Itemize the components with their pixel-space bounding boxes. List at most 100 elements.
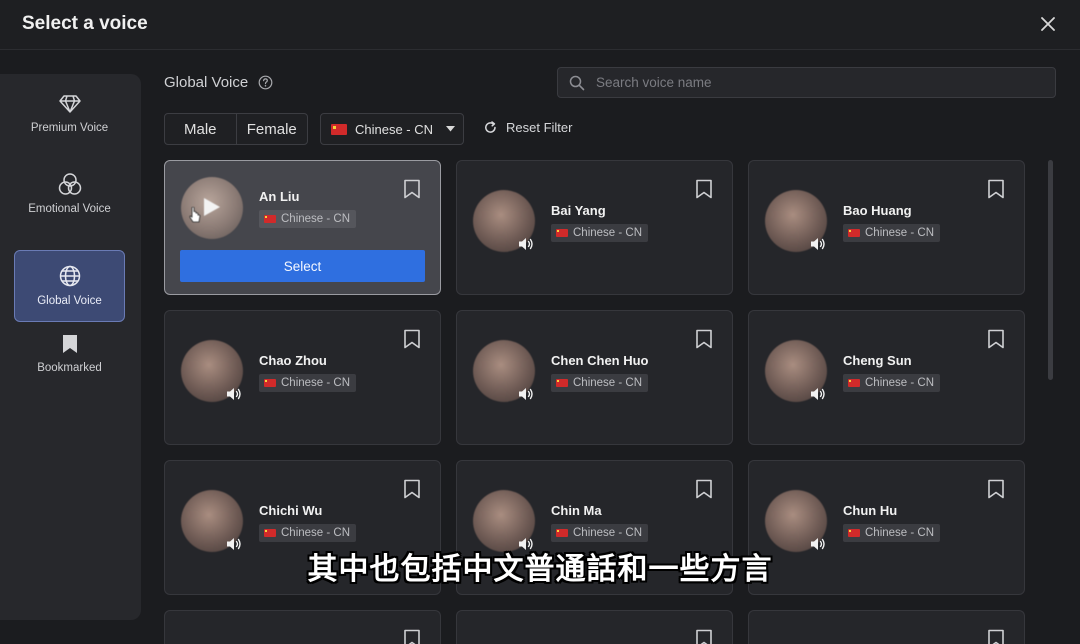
- voice-card[interactable]: Chen Chen Huo Chinese - CN: [456, 310, 733, 445]
- voice-name: Chen Chen Huo: [551, 353, 649, 368]
- sidebar-item-global-voice[interactable]: Global Voice: [14, 250, 125, 322]
- china-flag-icon: [264, 379, 276, 387]
- video-subtitle: 其中也包括中文普通話和一些方言: [307, 552, 773, 587]
- voice-language-badge: Chinese - CN: [843, 374, 941, 392]
- bookmark-outline-icon[interactable]: [695, 629, 713, 644]
- bookmark-outline-icon[interactable]: [987, 479, 1005, 499]
- gender-male-button[interactable]: Male: [165, 114, 236, 144]
- voice-language-badge: Chinese - CN: [259, 374, 357, 392]
- voice-language-badge: Chinese - CN: [259, 524, 357, 542]
- voice-language-label: Chinese - CN: [281, 527, 351, 539]
- language-select-value: Chinese - CN: [355, 121, 434, 137]
- voice-language-badge: Chinese - CN: [551, 374, 649, 392]
- voice-name: Bai Yang: [551, 203, 606, 218]
- speaker-icon: [227, 388, 241, 400]
- speaker-icon: [519, 238, 533, 250]
- voice-name: Cheng Sun: [843, 353, 912, 368]
- china-flag-icon: [848, 379, 860, 387]
- voice-name: Chao Zhou: [259, 353, 327, 368]
- search-input[interactable]: [596, 68, 1046, 97]
- sidebar-item-bookmarked[interactable]: Bookmarked: [14, 318, 125, 390]
- china-flag-icon: [264, 529, 276, 537]
- select-button[interactable]: Select: [180, 250, 425, 282]
- voice-language-badge: Chinese - CN: [551, 224, 649, 242]
- close-button[interactable]: [1034, 10, 1062, 38]
- voice-language-label: Chinese - CN: [281, 213, 351, 225]
- china-flag-icon: [264, 215, 276, 223]
- search-box: [557, 67, 1056, 98]
- voice-language-label: Chinese - CN: [573, 377, 643, 389]
- voice-card[interactable]: Cheng Sun Chinese - CN: [748, 310, 1025, 445]
- speaker-icon: [519, 388, 533, 400]
- voice-card[interactable]: Bai Yang Chinese - CN: [456, 160, 733, 295]
- speaker-icon: [811, 388, 825, 400]
- reset-filter-button[interactable]: Reset Filter: [484, 120, 572, 135]
- china-flag-icon: [331, 123, 347, 135]
- sidebar-item-label: Emotional Voice: [28, 203, 111, 215]
- bookmark-outline-icon[interactable]: [695, 479, 713, 499]
- voice-language-label: Chinese - CN: [573, 527, 643, 539]
- bookmark-icon: [62, 335, 77, 353]
- voice-name: Chun Hu: [843, 503, 898, 518]
- sidebar: Premium Voice Emotional Voice Global Voi…: [0, 74, 141, 620]
- sidebar-item-premium-voice[interactable]: Premium Voice: [14, 78, 125, 150]
- voice-language-badge: Chinese - CN: [259, 210, 357, 228]
- bookmark-outline-icon[interactable]: [695, 179, 713, 199]
- language-select[interactable]: Chinese - CN: [320, 113, 464, 145]
- voice-card-partial[interactable]: [748, 610, 1025, 644]
- bookmark-outline-icon[interactable]: [987, 629, 1005, 644]
- bookmark-outline-icon[interactable]: [987, 179, 1005, 199]
- china-flag-icon: [848, 229, 860, 237]
- china-flag-icon: [848, 529, 860, 537]
- help-icon[interactable]: [258, 75, 273, 90]
- bookmark-outline-icon[interactable]: [987, 329, 1005, 349]
- voice-language-label: Chinese - CN: [281, 377, 351, 389]
- voice-language-label: Chinese - CN: [573, 227, 643, 239]
- voice-language-badge: Chinese - CN: [551, 524, 649, 542]
- dialog-title: Select a voice: [22, 13, 148, 34]
- voice-language-label: Chinese - CN: [865, 227, 935, 239]
- globe-icon: [59, 265, 80, 287]
- bookmark-outline-icon[interactable]: [403, 179, 421, 199]
- voice-card[interactable]: An Liu Chinese - CN Select: [164, 160, 441, 295]
- gender-female-button[interactable]: Female: [235, 114, 308, 144]
- china-flag-icon: [556, 529, 568, 537]
- diamond-icon: [58, 95, 81, 113]
- voice-card[interactable]: Bao Huang Chinese - CN: [748, 160, 1025, 295]
- voice-card-partial[interactable]: [456, 610, 733, 644]
- voice-name: Chichi Wu: [259, 503, 323, 518]
- bookmark-outline-icon[interactable]: [695, 329, 713, 349]
- sidebar-item-emotional-voice[interactable]: Emotional Voice: [14, 158, 125, 230]
- voice-name: Bao Huang: [843, 203, 912, 218]
- china-flag-icon: [556, 229, 568, 237]
- bookmark-outline-icon[interactable]: [403, 479, 421, 499]
- voice-avatar[interactable]: [181, 177, 243, 239]
- sidebar-item-label: Premium Voice: [30, 122, 109, 134]
- voice-language-badge: Chinese - CN: [843, 224, 941, 242]
- play-icon[interactable]: [203, 197, 221, 217]
- section-title: Global Voice: [164, 74, 249, 91]
- close-icon: [1041, 17, 1055, 31]
- voice-language-label: Chinese - CN: [865, 527, 935, 539]
- cursor-icon: [189, 207, 201, 223]
- speaker-icon: [811, 238, 825, 250]
- voice-language-badge: Chinese - CN: [843, 524, 941, 542]
- sidebar-item-label: Bookmarked: [37, 362, 102, 374]
- dialog-header: Select a voice: [0, 0, 1080, 50]
- search-icon: [569, 75, 585, 91]
- refresh-icon: [485, 121, 496, 133]
- caret-down-icon: [446, 126, 456, 132]
- reset-filter-label: Reset Filter: [506, 120, 573, 135]
- voice-name: An Liu: [259, 189, 300, 204]
- bookmark-outline-icon[interactable]: [403, 629, 421, 644]
- bookmark-outline-icon[interactable]: [403, 329, 421, 349]
- voice-name: Chin Ma: [551, 503, 602, 518]
- gender-filter: Male Female: [164, 113, 308, 145]
- voice-card-partial[interactable]: [164, 610, 441, 644]
- china-flag-icon: [556, 379, 568, 387]
- voice-language-label: Chinese - CN: [865, 377, 935, 389]
- scrollbar-thumb[interactable]: [1048, 160, 1053, 380]
- circles-icon: [58, 173, 81, 195]
- sidebar-item-label: Global Voice: [37, 295, 102, 307]
- voice-card[interactable]: Chao Zhou Chinese - CN: [164, 310, 441, 445]
